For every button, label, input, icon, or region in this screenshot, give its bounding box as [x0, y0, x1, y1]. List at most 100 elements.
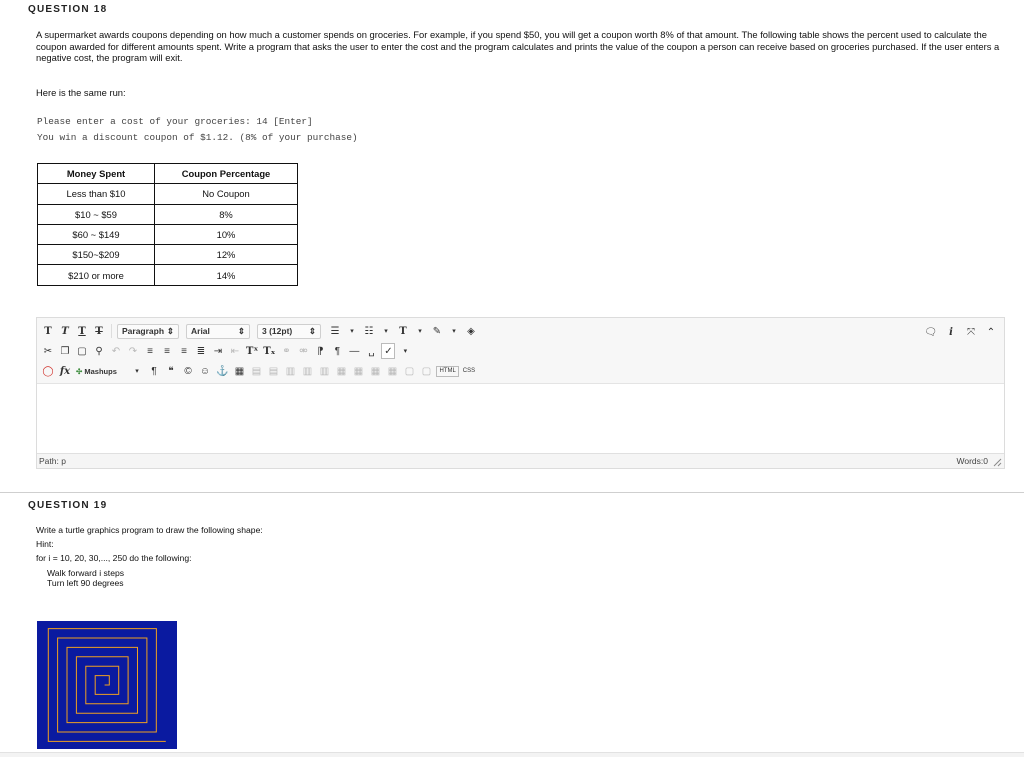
highlight-dropdown-icon[interactable]: ▾	[447, 323, 461, 339]
formula-icon[interactable]: fx	[58, 363, 72, 379]
table-row: $10 ~ $59 8%	[37, 203, 298, 225]
table-row: $150~$209 12%	[37, 244, 298, 266]
mashups-icon: ✣	[76, 366, 83, 376]
underline-button[interactable]: T	[75, 323, 89, 339]
question-divider	[0, 492, 1024, 493]
element-path: Path: p	[39, 456, 66, 466]
copy-icon[interactable]: ❐	[58, 343, 72, 359]
size-select-value: 3 (12pt)	[262, 326, 293, 336]
table-header-row: Money Spent Coupon Percentage	[37, 162, 298, 185]
redo-icon[interactable]: ↷	[126, 343, 140, 359]
italic-button[interactable]: T	[58, 323, 72, 339]
eraser-icon[interactable]: ◈	[464, 323, 478, 339]
spellcheck-icon[interactable]: ✓	[381, 343, 396, 359]
anchor-icon[interactable]: ⚓	[215, 363, 229, 379]
table-row-props-icon[interactable]: ▢	[402, 363, 416, 379]
table-delete-row-icon[interactable]: ▥	[283, 363, 297, 379]
loop-description: for i = 10, 20, 30,..., 250 do the follo…	[36, 553, 192, 563]
question-18-description: A supermarket awards coupons depending o…	[36, 29, 1000, 64]
same-run-label: Here is the same run:	[36, 87, 126, 98]
table-row-before-icon[interactable]: ▤	[249, 363, 263, 379]
table-col-before-icon[interactable]: ▥	[300, 363, 314, 379]
mashups-button[interactable]: ✣ Mashups	[75, 363, 127, 379]
resize-handle-icon[interactable]	[993, 458, 1002, 467]
word-count: Words:0	[956, 456, 989, 466]
superscript-icon[interactable]: Tˣ	[245, 343, 259, 359]
blockquote-icon[interactable]: ❝	[164, 363, 178, 379]
bold-button[interactable]: T	[41, 323, 55, 339]
question-18-header: QUESTION 18	[28, 4, 108, 15]
table-col-after-icon[interactable]: ▥	[317, 363, 331, 379]
table-delete-icon[interactable]: ▢	[419, 363, 433, 379]
horizontal-rule-icon[interactable]: —	[347, 343, 361, 359]
subscript-icon[interactable]: Tₓ	[262, 343, 276, 359]
record-icon[interactable]: ◯	[41, 363, 55, 379]
answer-editor: T T T T Paragraph ⇕ Arial ⇕ 3 (12pt) ⇕ ☰…	[36, 317, 1005, 469]
select-arrows-icon: ⇕	[308, 325, 316, 336]
table-row: $60 ~ $149 10%	[37, 223, 298, 246]
justify-icon[interactable]: ≣	[194, 343, 208, 359]
paragraph-format-select[interactable]: Paragraph ⇕	[117, 323, 179, 339]
paragraph-mark-icon[interactable]: ¶	[147, 363, 161, 379]
numbered-list-dropdown-icon[interactable]: ▾	[379, 323, 393, 339]
text-color-button[interactable]: T	[396, 323, 410, 339]
text-color-dropdown-icon[interactable]: ▾	[413, 323, 427, 339]
info-icon[interactable]: i	[944, 324, 958, 340]
ltr-icon[interactable]: ⁋	[313, 343, 327, 359]
link-icon[interactable]: ⚭	[279, 343, 293, 359]
spiral-figure	[37, 621, 177, 749]
coupon-percentage-cell: 14%	[154, 264, 298, 286]
editor-status-bar: Path: p Words:0	[37, 453, 1004, 468]
table-row-after-icon[interactable]: ▤	[266, 363, 280, 379]
table-cell-props-icon[interactable]: ▦	[385, 363, 399, 379]
table-icon[interactable]: ▦	[232, 363, 246, 379]
font-select-value: Arial	[191, 326, 210, 336]
nonbreaking-space-icon[interactable]: ␣	[364, 343, 378, 359]
align-left-icon[interactable]: ≡	[143, 343, 157, 359]
rtl-icon[interactable]: ¶	[330, 343, 344, 359]
css-button[interactable]: CSS	[462, 363, 476, 379]
strikethrough-button[interactable]: T	[92, 323, 106, 339]
paste-icon[interactable]: ▢	[75, 343, 89, 359]
collapse-toolbar-icon[interactable]: ⌃	[984, 324, 998, 340]
html-source-button[interactable]: HTML	[436, 365, 459, 377]
table-merge-cells-icon[interactable]: ▦	[368, 363, 382, 379]
unlink-icon[interactable]: ⚮	[296, 343, 310, 359]
hint-label: Hint:	[36, 539, 54, 549]
bullet-list-button[interactable]: ☰	[328, 323, 342, 339]
column-header-money-spent: Money Spent	[37, 162, 155, 185]
undo-icon[interactable]: ↶	[109, 343, 123, 359]
font-size-select[interactable]: 3 (12pt) ⇕	[257, 323, 321, 339]
outdent-icon[interactable]: ⇤	[228, 343, 242, 359]
table-row: $210 or more 14%	[37, 264, 298, 286]
indent-icon[interactable]: ⇥	[211, 343, 225, 359]
fullscreen-icon[interactable]: ⤧	[964, 324, 978, 340]
font-family-select[interactable]: Arial ⇕	[186, 323, 250, 339]
coupon-percentage-cell: 10%	[154, 223, 298, 246]
bullet-list-dropdown-icon[interactable]: ▾	[345, 323, 359, 339]
emoji-icon[interactable]: ☺	[198, 363, 212, 379]
find-icon[interactable]: ⚲	[92, 343, 106, 359]
coupon-percentage-cell: 8%	[154, 203, 298, 225]
table-delete-col-icon[interactable]: ▦	[334, 363, 348, 379]
editor-toolbar: T T T T Paragraph ⇕ Arial ⇕ 3 (12pt) ⇕ ☰…	[37, 318, 1004, 384]
select-arrows-icon: ⇕	[166, 325, 174, 336]
next-editor-toolbar-edge	[0, 752, 1024, 757]
highlight-pen-icon[interactable]: ✎	[430, 323, 444, 339]
spellcheck-dropdown-icon[interactable]: ▾	[398, 343, 412, 359]
select-arrows-icon: ⇕	[237, 325, 245, 336]
editor-content-area[interactable]	[37, 384, 1004, 454]
preview-icon[interactable]: 🗨	[923, 324, 938, 340]
numbered-list-button[interactable]: ☷	[362, 323, 376, 339]
align-center-icon[interactable]: ≡	[160, 343, 174, 359]
question-19-header: QUESTION 19	[28, 500, 108, 511]
align-right-icon[interactable]: ≡	[177, 343, 191, 359]
mashups-label: Mashups	[84, 366, 117, 376]
copyright-icon[interactable]: ©	[181, 363, 195, 379]
cut-icon[interactable]: ✂	[41, 343, 55, 359]
table-split-cells-icon[interactable]: ▦	[351, 363, 365, 379]
money-spent-cell: $150~$209	[37, 244, 155, 266]
table-row: Less than $10 No Coupon	[37, 183, 298, 205]
mashups-dropdown-icon[interactable]: ▾	[130, 363, 144, 379]
sample-run-line-2: You win a discount coupon of $1.12. (8% …	[37, 132, 358, 143]
